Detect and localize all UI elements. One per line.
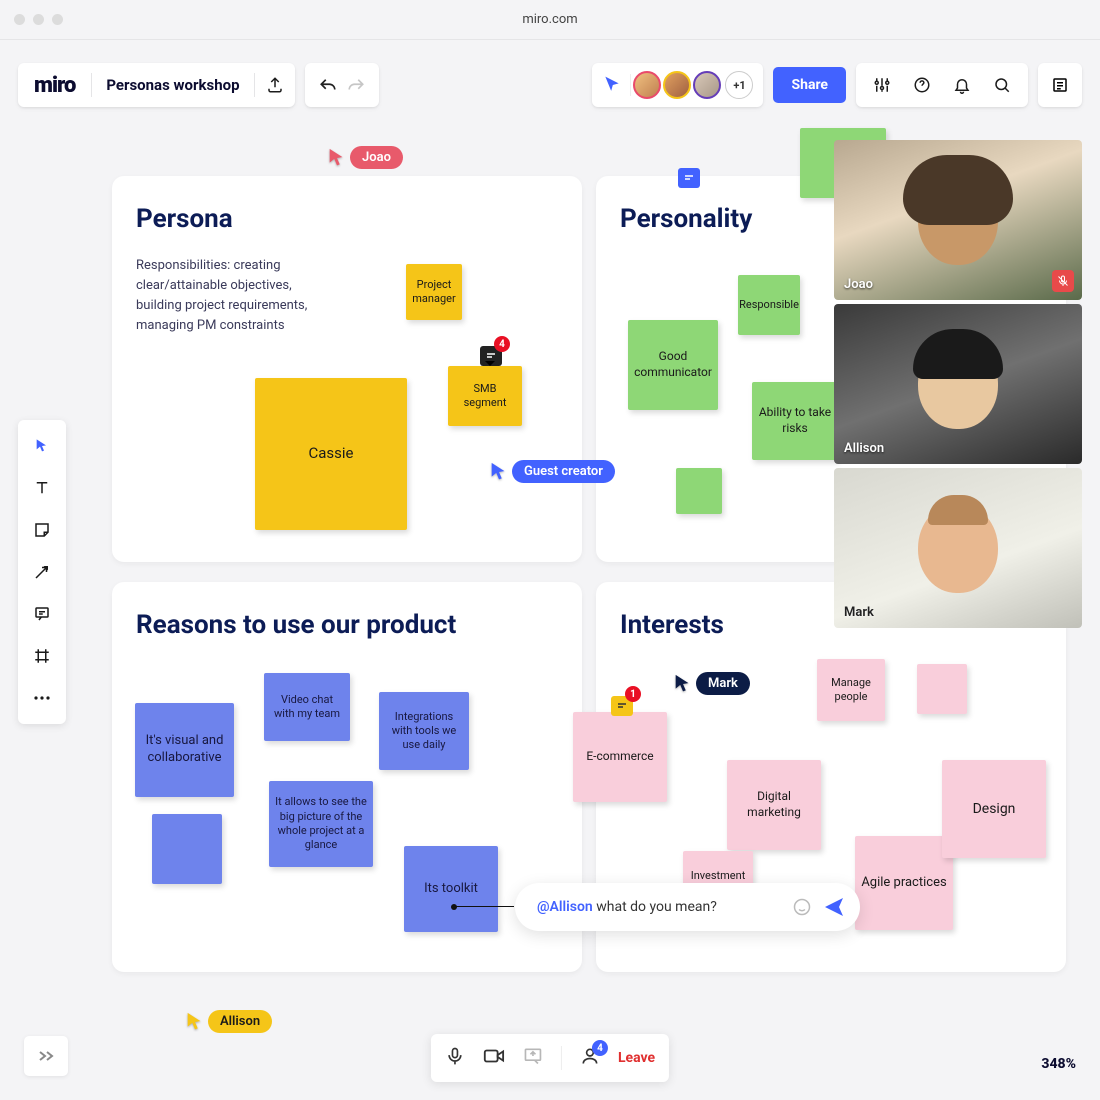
video-name: Joao	[844, 277, 873, 292]
sticky-note-tool[interactable]	[24, 512, 60, 548]
cursor-label: Allison	[208, 1010, 272, 1033]
collaborator-avatar[interactable]	[633, 71, 661, 99]
mic-muted-icon[interactable]	[1052, 270, 1074, 292]
collaborator-avatar[interactable]	[663, 71, 691, 99]
undo-button[interactable]	[319, 78, 337, 92]
participants-icon[interactable]: 4	[580, 1046, 600, 1070]
frame-tool[interactable]	[24, 638, 60, 674]
sticky-ecommerce[interactable]: E-commerce	[573, 712, 667, 802]
screenshare-icon[interactable]	[523, 1046, 543, 1070]
comment-count-badge: 4	[494, 336, 510, 352]
cursor-label: Joao	[350, 146, 403, 169]
comment-indicator-icon[interactable]: 4	[480, 346, 502, 366]
collaborator-avatar[interactable]	[693, 71, 721, 99]
comment-indicator-icon[interactable]	[678, 168, 700, 188]
arrow-tool[interactable]	[24, 554, 60, 590]
video-tile-joao[interactable]: Joao	[834, 140, 1082, 300]
help-icon[interactable]	[906, 76, 938, 94]
panel-title: Reasons to use our product	[136, 610, 558, 640]
sticky-manage-people[interactable]: Manage people	[817, 659, 885, 721]
comment-text: @Allison what do you mean?	[537, 899, 782, 915]
sticky-ability-to-take-risks[interactable]: Ability to take risks	[752, 382, 838, 460]
microphone-icon[interactable]	[445, 1046, 465, 1070]
left-toolbar	[18, 420, 66, 724]
video-tile-mark[interactable]: Mark	[834, 468, 1082, 628]
cursor-label: Mark	[696, 672, 750, 695]
comment-indicator-icon[interactable]: 1	[611, 696, 633, 716]
zoom-level[interactable]: 348%	[1041, 1056, 1076, 1072]
panel-title: Persona	[136, 204, 558, 234]
leave-button[interactable]: Leave	[618, 1050, 655, 1066]
sticky-smb-segment[interactable]: SMB segment	[448, 366, 522, 426]
sticky-responsible[interactable]: Responsible	[738, 275, 800, 335]
sticky-big-picture[interactable]: It allows to see the big picture of the …	[269, 781, 373, 867]
notifications-icon[interactable]	[946, 76, 978, 94]
top-icons	[856, 63, 1028, 107]
more-tools[interactable]	[24, 680, 60, 716]
sticky-digital-marketing[interactable]: Digital marketing	[727, 760, 821, 850]
more-collaborators[interactable]: +1	[725, 71, 753, 99]
panel-description: Responsibilities: creating clear/attaina…	[136, 256, 311, 337]
miro-logo[interactable]: miro	[18, 73, 91, 98]
browser-chrome: miro.com	[0, 0, 1100, 40]
share-button[interactable]: Share	[773, 67, 846, 103]
cursor-pointer-icon	[602, 75, 622, 95]
sticky-integrations[interactable]: Integrations with tools we use daily	[379, 692, 469, 770]
sticky-good-communicator[interactable]: Good communicator	[628, 320, 718, 410]
participant-count-badge: 4	[592, 1040, 608, 1056]
cursor-guest-creator: Guest creator	[488, 460, 615, 483]
sticky-design[interactable]: Design	[942, 760, 1046, 858]
sticky-toolkit[interactable]: Its toolkit	[404, 846, 498, 932]
redo-button[interactable]	[347, 78, 365, 92]
sticky-cassie[interactable]: Cassie	[255, 378, 407, 530]
board-header: miro Personas workshop	[18, 63, 295, 107]
video-call-panel: Joao Allison Mark	[834, 140, 1082, 628]
address-bar: miro.com	[0, 12, 1100, 27]
comment-input[interactable]: @Allison what do you mean?	[515, 883, 860, 931]
history-controls	[305, 63, 379, 107]
bottom-call-bar: 4 Leave	[431, 1034, 669, 1082]
send-icon[interactable]	[822, 895, 846, 919]
board-title[interactable]: Personas workshop	[92, 76, 253, 94]
cursor-label: Guest creator	[512, 460, 615, 483]
sticky-visual-collaborative[interactable]: It's visual and collaborative	[135, 703, 234, 797]
sticky-empty[interactable]	[152, 814, 222, 884]
collaborators: +1	[592, 63, 763, 107]
export-icon[interactable]	[255, 76, 295, 94]
comment-leader-line	[454, 906, 514, 907]
sticky-empty[interactable]	[917, 664, 967, 714]
cursor-mark: Mark	[672, 672, 750, 695]
text-tool[interactable]	[24, 470, 60, 506]
comment-tool[interactable]	[24, 596, 60, 632]
camera-icon[interactable]	[483, 1047, 505, 1069]
sticky-video-chat[interactable]: Video chat with my team	[264, 673, 350, 741]
video-name: Mark	[844, 605, 874, 620]
expand-panel-icon[interactable]	[24, 1036, 68, 1076]
video-name: Allison	[844, 441, 884, 456]
sticky-project-manager[interactable]: Project manager	[406, 264, 462, 320]
cursor-allison: Allison	[184, 1010, 272, 1033]
sticky-agile-practices[interactable]: Agile practices	[855, 836, 953, 930]
activity-panel-icon[interactable]	[1038, 63, 1082, 107]
emoji-icon[interactable]	[792, 897, 812, 917]
search-icon[interactable]	[986, 76, 1018, 94]
cursor-joao: Joao	[326, 146, 403, 169]
video-tile-allison[interactable]: Allison	[834, 304, 1082, 464]
comment-count-badge: 1	[625, 686, 641, 702]
select-tool[interactable]	[24, 428, 60, 464]
sticky-empty[interactable]	[676, 468, 722, 514]
settings-icon[interactable]	[866, 76, 898, 94]
